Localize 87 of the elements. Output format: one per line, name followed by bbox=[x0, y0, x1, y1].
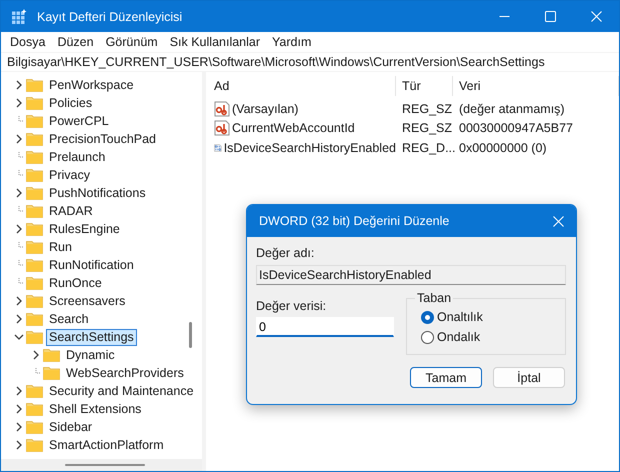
folder-icon bbox=[26, 78, 43, 92]
horizontal-scrollbar[interactable] bbox=[1, 459, 202, 471]
tree-item[interactable]: SearchSettings bbox=[46, 328, 137, 346]
tree-item[interactable]: Sidebar bbox=[46, 418, 96, 436]
column-header[interactable]: Veri bbox=[453, 76, 619, 96]
value-data-field[interactable]: 0 bbox=[256, 317, 394, 337]
chevron-right-icon[interactable] bbox=[31, 350, 41, 360]
tree-item[interactable]: Policies bbox=[46, 94, 96, 112]
folder-icon bbox=[26, 186, 43, 200]
value-name[interactable]: (Varsayılan) bbox=[232, 102, 298, 116]
folder-icon bbox=[26, 402, 43, 416]
tree-item[interactable]: Prelaunch bbox=[46, 148, 108, 166]
menu-item[interactable]: Yardım bbox=[267, 35, 316, 49]
scrollbar-thumb[interactable] bbox=[65, 464, 145, 466]
folder-icon bbox=[26, 222, 43, 236]
tree-item[interactable]: SmartActionPlatform bbox=[46, 436, 167, 454]
folder-icon bbox=[43, 366, 60, 380]
tree-item[interactable]: RADAR bbox=[46, 202, 96, 220]
tree-item[interactable]: RunNotification bbox=[46, 256, 137, 274]
chevron-right-icon[interactable] bbox=[14, 224, 24, 234]
folder-icon bbox=[26, 294, 43, 308]
value-name-field[interactable]: IsDeviceSearchHistoryEnabled bbox=[256, 265, 566, 285]
folder-icon bbox=[43, 348, 60, 362]
value-data: 00030000947A5B77 bbox=[459, 121, 574, 136]
folder-icon bbox=[26, 330, 43, 344]
field-label: Değer adı: bbox=[256, 245, 316, 261]
scrollbar-thumb[interactable] bbox=[189, 322, 192, 348]
value-name[interactable]: CurrentWebAccountId bbox=[232, 121, 355, 136]
folder-icon bbox=[26, 384, 43, 398]
value-type: REG_D... bbox=[402, 140, 456, 155]
string-value-icon bbox=[214, 120, 230, 136]
close-icon[interactable] bbox=[553, 216, 564, 226]
radio-label[interactable]: Onaltılık bbox=[437, 310, 483, 324]
tree-item[interactable]: Screensavers bbox=[46, 292, 128, 310]
value-data: 0x00000000 (0) bbox=[459, 140, 547, 155]
tree-item[interactable]: RunOnce bbox=[46, 274, 105, 292]
tree-item[interactable]: Search bbox=[46, 310, 92, 328]
tree-item[interactable]: PushNotifications bbox=[46, 184, 149, 202]
value-name[interactable]: IsDeviceSearchHistoryEnabled bbox=[224, 140, 396, 155]
folder-icon bbox=[26, 132, 43, 146]
tree-item[interactable]: Run bbox=[46, 238, 75, 256]
window-title: Kayıt Defteri Düzenleyicisi bbox=[37, 10, 184, 24]
chevron-right-icon[interactable] bbox=[14, 188, 24, 198]
folder-icon bbox=[26, 420, 43, 434]
folder-icon bbox=[26, 312, 43, 326]
dialog-button[interactable]: İptal bbox=[493, 367, 565, 388]
field-label: Değer verisi: bbox=[256, 298, 328, 314]
menu-item[interactable]: Dosya bbox=[5, 35, 50, 49]
tree-item[interactable]: Privacy bbox=[46, 166, 93, 184]
maximize-icon[interactable] bbox=[544, 11, 556, 22]
menu-item[interactable]: Sık Kullanılanlar bbox=[164, 35, 266, 49]
tree-item[interactable]: Dynamic bbox=[63, 346, 118, 364]
column-header[interactable]: Tür bbox=[396, 76, 453, 96]
radio-button[interactable] bbox=[421, 330, 434, 344]
chevron-right-icon[interactable] bbox=[14, 134, 24, 144]
tree-item[interactable]: PrecisionTouchPad bbox=[46, 130, 160, 148]
tree-item[interactable]: PenWorkspace bbox=[46, 76, 137, 94]
value-type: REG_SZ bbox=[402, 121, 452, 136]
tree-item[interactable]: RulesEngine bbox=[46, 220, 123, 238]
column-header[interactable]: Ad bbox=[208, 76, 396, 96]
radio-label[interactable]: Ondalık bbox=[437, 330, 480, 344]
folder-icon bbox=[26, 258, 43, 272]
chevron-down-icon[interactable] bbox=[14, 332, 24, 342]
folder-icon bbox=[26, 240, 43, 254]
folder-icon bbox=[26, 168, 43, 182]
tree-item[interactable]: Shell Extensions bbox=[46, 400, 144, 418]
radio-button[interactable] bbox=[421, 310, 434, 324]
folder-icon bbox=[26, 114, 43, 128]
folder-icon bbox=[26, 150, 43, 164]
dialog-title: DWORD (32 bit) Değerini Düzenle bbox=[259, 214, 450, 228]
address-bar[interactable]: Bilgisayar\HKEY_CURRENT_USER\Software\Microsoft\Windows\CurrentVersion\SearchSettings bbox=[1, 53, 619, 71]
tree-item[interactable]: PowerCPL bbox=[46, 112, 112, 130]
tree-item[interactable]: Security and Maintenance bbox=[46, 382, 197, 400]
folder-icon bbox=[26, 204, 43, 218]
app-icon bbox=[11, 8, 27, 24]
value-data: (değer atanmamış) bbox=[459, 102, 565, 116]
dialog-button[interactable]: Tamam bbox=[410, 367, 482, 388]
value-type: REG_SZ bbox=[402, 102, 452, 116]
menu-item[interactable]: Görünüm bbox=[100, 35, 163, 49]
group-label: Taban bbox=[416, 291, 452, 305]
folder-icon bbox=[26, 438, 43, 452]
string-value-icon bbox=[214, 100, 230, 117]
folder-icon bbox=[26, 96, 43, 110]
tree-item[interactable]: WebSearchProviders bbox=[63, 364, 187, 382]
close-icon[interactable] bbox=[590, 11, 602, 22]
folder-icon bbox=[26, 276, 43, 290]
menu-item[interactable]: Düzen bbox=[52, 35, 99, 49]
